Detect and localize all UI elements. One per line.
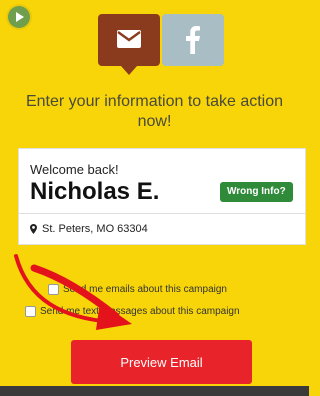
preview-email-button[interactable]: Preview Email <box>71 340 252 384</box>
facebook-icon <box>186 26 200 54</box>
facebook-tab[interactable] <box>162 14 224 66</box>
action-type-tabs <box>98 14 228 78</box>
text-optin[interactable]: Send me text messages about this campaig… <box>25 306 240 317</box>
email-optin-label: Send me emails about this campaign <box>63 284 227 295</box>
play-badge-icon[interactable] <box>8 6 30 28</box>
map-pin-icon <box>30 224 37 234</box>
envelope-icon <box>117 30 141 48</box>
supporter-card: Welcome back! Nicholas E. Wrong Info? St… <box>18 148 306 245</box>
text-optin-checkbox[interactable] <box>25 306 36 317</box>
welcome-text: Welcome back! <box>30 162 119 177</box>
card-divider <box>19 213 305 214</box>
location-text: St. Peters, MO 63304 <box>42 223 148 235</box>
text-optin-label: Send me text messages about this campaig… <box>40 306 240 317</box>
wrong-info-button[interactable]: Wrong Info? <box>220 182 293 202</box>
page-headline: Enter your information to take action no… <box>25 93 284 130</box>
email-optin[interactable]: Send me emails about this campaign <box>48 284 227 295</box>
email-optin-checkbox[interactable] <box>48 284 59 295</box>
location-row: St. Peters, MO 63304 <box>30 223 148 235</box>
bottom-edge <box>0 386 309 396</box>
email-tab[interactable] <box>98 14 160 75</box>
supporter-name: Nicholas E. <box>30 178 160 205</box>
